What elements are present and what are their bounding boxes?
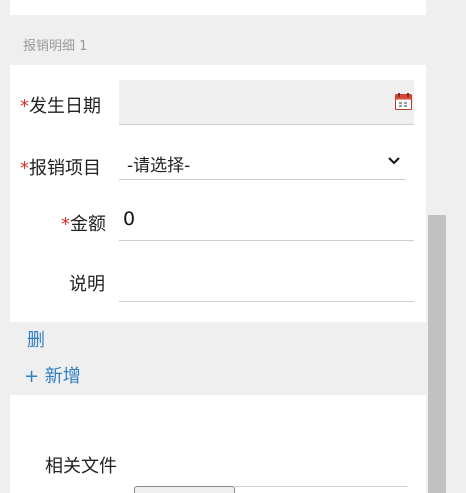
detail-actions: 删 + 新增 — [10, 322, 426, 395]
choose-file-button[interactable] — [134, 486, 235, 493]
amount-value: 0 — [123, 208, 136, 230]
required-mark: * — [20, 158, 29, 179]
expense-item-select[interactable]: -请选择- — [119, 143, 406, 180]
expense-form-page: 报销明细 1 *发生日期 *报销项目 -请选择- *金额 0 说明 删 + 新增… — [0, 0, 466, 493]
attachments-label: 相关文件 — [45, 456, 117, 477]
required-mark: * — [61, 214, 70, 235]
note-input[interactable] — [119, 260, 414, 302]
delete-detail-link[interactable]: 删 — [27, 326, 45, 352]
left-margin — [0, 0, 10, 493]
amount-label-text: 金额 — [70, 214, 106, 235]
note-label: 说明 — [69, 274, 105, 295]
section-header: 报销明细 1 — [10, 15, 426, 65]
chevron-down-icon[interactable] — [387, 155, 401, 167]
amount-input[interactable]: 0 — [119, 200, 414, 241]
date-label: *发生日期 — [20, 92, 101, 118]
file-field-underline — [235, 486, 407, 487]
add-detail-link[interactable]: + 新增 — [24, 362, 81, 388]
required-mark: * — [20, 96, 29, 117]
select-value: -请选择- — [127, 156, 191, 176]
item-label-text: 报销项目 — [29, 158, 101, 179]
date-field[interactable] — [119, 80, 414, 125]
date-label-text: 发生日期 — [29, 96, 101, 117]
section-title: 报销明细 1 — [23, 39, 88, 54]
previous-section-tail — [10, 0, 426, 15]
item-label: *报销项目 — [20, 154, 101, 180]
calendar-icon[interactable] — [395, 93, 412, 110]
amount-label: *金额 — [61, 210, 106, 236]
scrollbar-thumb[interactable] — [428, 215, 446, 493]
